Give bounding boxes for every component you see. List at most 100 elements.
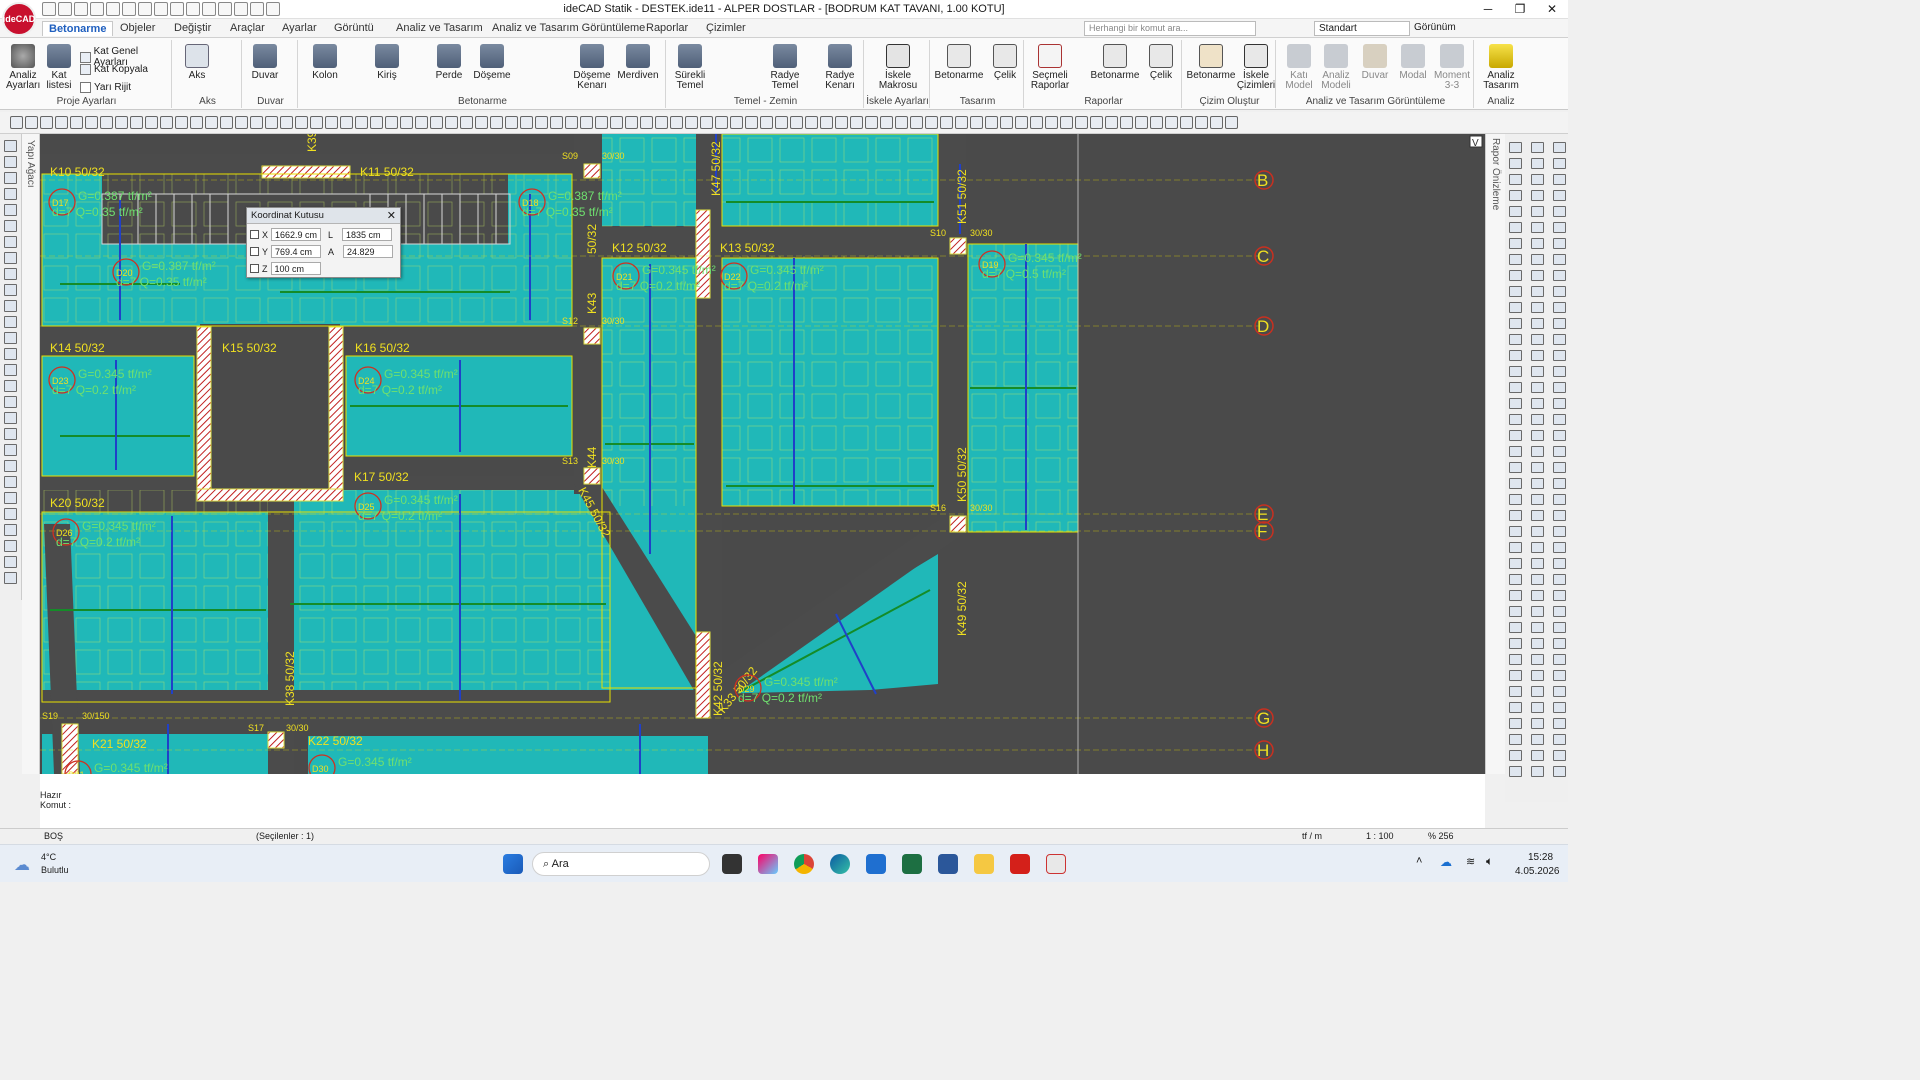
new-file-icon[interactable] [58, 2, 72, 16]
draw-tool-icon[interactable] [355, 116, 368, 129]
draw-tool-icon[interactable] [280, 116, 293, 129]
store-icon[interactable] [866, 854, 886, 874]
right-tool-icon[interactable] [1509, 158, 1522, 169]
right-tool-icon[interactable] [1509, 318, 1522, 329]
draw-tool-icon[interactable] [625, 116, 638, 129]
left-tool-icon[interactable] [4, 156, 17, 168]
draw-tool-icon[interactable] [475, 116, 488, 129]
right-tool-icon[interactable] [1553, 430, 1566, 441]
left-tool-icon[interactable] [4, 460, 17, 472]
right-tool-icon[interactable] [1509, 302, 1522, 313]
text-icon[interactable] [186, 2, 200, 16]
right-tool-icon[interactable] [1553, 718, 1566, 729]
left-tool-icon[interactable] [4, 284, 17, 296]
doseme-kenari-button[interactable]: Döşeme Kenarı [572, 44, 612, 91]
right-tool-icon[interactable] [1531, 558, 1544, 569]
left-tool-icon[interactable] [4, 188, 17, 200]
right-tool-icon[interactable] [1553, 302, 1566, 313]
report-preview-tab[interactable]: Rapor Önizleme [1490, 138, 1501, 210]
right-tool-icon[interactable] [1531, 622, 1544, 633]
clock-date[interactable]: 4.05.2026 [1515, 866, 1560, 877]
right-tool-icon[interactable] [1509, 542, 1522, 553]
draw-tool-icon[interactable] [775, 116, 788, 129]
right-tool-icon[interactable] [1531, 430, 1544, 441]
draw-tool-icon[interactable] [85, 116, 98, 129]
right-tool-icon[interactable] [1531, 526, 1544, 537]
right-tool-icon[interactable] [1509, 574, 1522, 585]
right-tool-icon[interactable] [1553, 366, 1566, 377]
right-tool-icon[interactable] [1531, 718, 1544, 729]
right-tool-icon[interactable] [1553, 350, 1566, 361]
right-tool-icon[interactable] [1531, 238, 1544, 249]
draw-tool-icon[interactable] [610, 116, 623, 129]
draw-tool-icon[interactable] [940, 116, 953, 129]
save-as-icon[interactable] [106, 2, 120, 16]
right-tool-icon[interactable] [1553, 670, 1566, 681]
draw-tool-icon[interactable] [1030, 116, 1043, 129]
draw-tool-icon[interactable] [760, 116, 773, 129]
right-tool-icon[interactable] [1531, 350, 1544, 361]
kolon-button[interactable]: Kolon [308, 44, 342, 81]
right-tool-icon[interactable] [1553, 142, 1566, 153]
draw-tool-icon[interactable] [40, 116, 53, 129]
coord-l-field[interactable]: 1835 cm [342, 228, 393, 241]
left-tool-icon[interactable] [4, 540, 17, 552]
right-tool-icon[interactable] [1509, 718, 1522, 729]
draw-tool-icon[interactable] [820, 116, 833, 129]
left-tool-icon[interactable] [4, 220, 17, 232]
draw-tool-icon[interactable] [1210, 116, 1223, 129]
draw-tool-icon[interactable] [310, 116, 323, 129]
draw-tool-icon[interactable] [1015, 116, 1028, 129]
duvar-button[interactable]: Duvar [248, 44, 282, 81]
right-tool-icon[interactable] [1509, 190, 1522, 201]
right-tool-icon[interactable] [1531, 702, 1544, 713]
draw-tool-icon[interactable] [970, 116, 983, 129]
right-tool-icon[interactable] [1509, 286, 1522, 297]
wifi-icon[interactable]: ≋ [1466, 855, 1475, 868]
right-tool-icon[interactable] [1509, 222, 1522, 233]
doseme-button[interactable]: Döşeme [472, 44, 512, 81]
right-tool-icon[interactable] [1509, 670, 1522, 681]
right-tool-icon[interactable] [1509, 558, 1522, 569]
volume-icon[interactable]: 🔈︎ [1486, 854, 1493, 869]
draw-tool-icon[interactable] [730, 116, 743, 129]
right-tool-icon[interactable] [1509, 622, 1522, 633]
tab-araclar[interactable]: Araçlar [224, 21, 271, 35]
draw-tool-icon[interactable] [580, 116, 593, 129]
right-tool-icon[interactable] [1509, 638, 1522, 649]
minimize-icon[interactable]: ─ [1472, 0, 1504, 19]
right-tool-icon[interactable] [1553, 734, 1566, 745]
left-tool-icon[interactable] [4, 364, 17, 376]
left-tool-icon[interactable] [4, 572, 17, 584]
right-tool-icon[interactable] [1509, 446, 1522, 457]
right-tool-icon[interactable] [1509, 430, 1522, 441]
tab-ayarlar[interactable]: Ayarlar [276, 21, 323, 35]
draw-tool-icon[interactable] [895, 116, 908, 129]
right-tool-icon[interactable] [1509, 702, 1522, 713]
kat-kopyala-button[interactable]: Kat Kopyala [80, 64, 148, 75]
explorer-icon[interactable] [974, 854, 994, 874]
draw-tool-icon[interactable] [790, 116, 803, 129]
surekli-temel-button[interactable]: Sürekli Temel [670, 44, 710, 91]
aks-button[interactable]: Aks [180, 44, 214, 81]
right-tool-icon[interactable] [1531, 190, 1544, 201]
draw-tool-icon[interactable] [400, 116, 413, 129]
draw-tool-icon[interactable] [595, 116, 608, 129]
draw-tool-icon[interactable] [670, 116, 683, 129]
task-view-icon[interactable] [722, 854, 742, 874]
command-prompt[interactable]: Komut : [40, 800, 71, 810]
rapor-celik-button[interactable]: Çelik [1144, 44, 1178, 81]
draw-tool-icon[interactable] [1225, 116, 1238, 129]
right-tool-icon[interactable] [1531, 750, 1544, 761]
right-tool-icon[interactable] [1553, 494, 1566, 505]
right-tool-icon[interactable] [1531, 462, 1544, 473]
lock-z-checkbox[interactable] [250, 264, 259, 273]
tab-betonarme[interactable]: Betonarme [42, 21, 114, 36]
draw-tool-icon[interactable] [250, 116, 263, 129]
tab-goruntu[interactable]: Görüntü [328, 21, 380, 35]
right-tool-icon[interactable] [1553, 414, 1566, 425]
cizim-betonarme-button[interactable]: Betonarme [1186, 44, 1236, 81]
right-tool-icon[interactable] [1531, 638, 1544, 649]
iskele-cizimleri-button[interactable]: İskele Çizimleri [1236, 44, 1276, 91]
left-tool-icon[interactable] [4, 476, 17, 488]
